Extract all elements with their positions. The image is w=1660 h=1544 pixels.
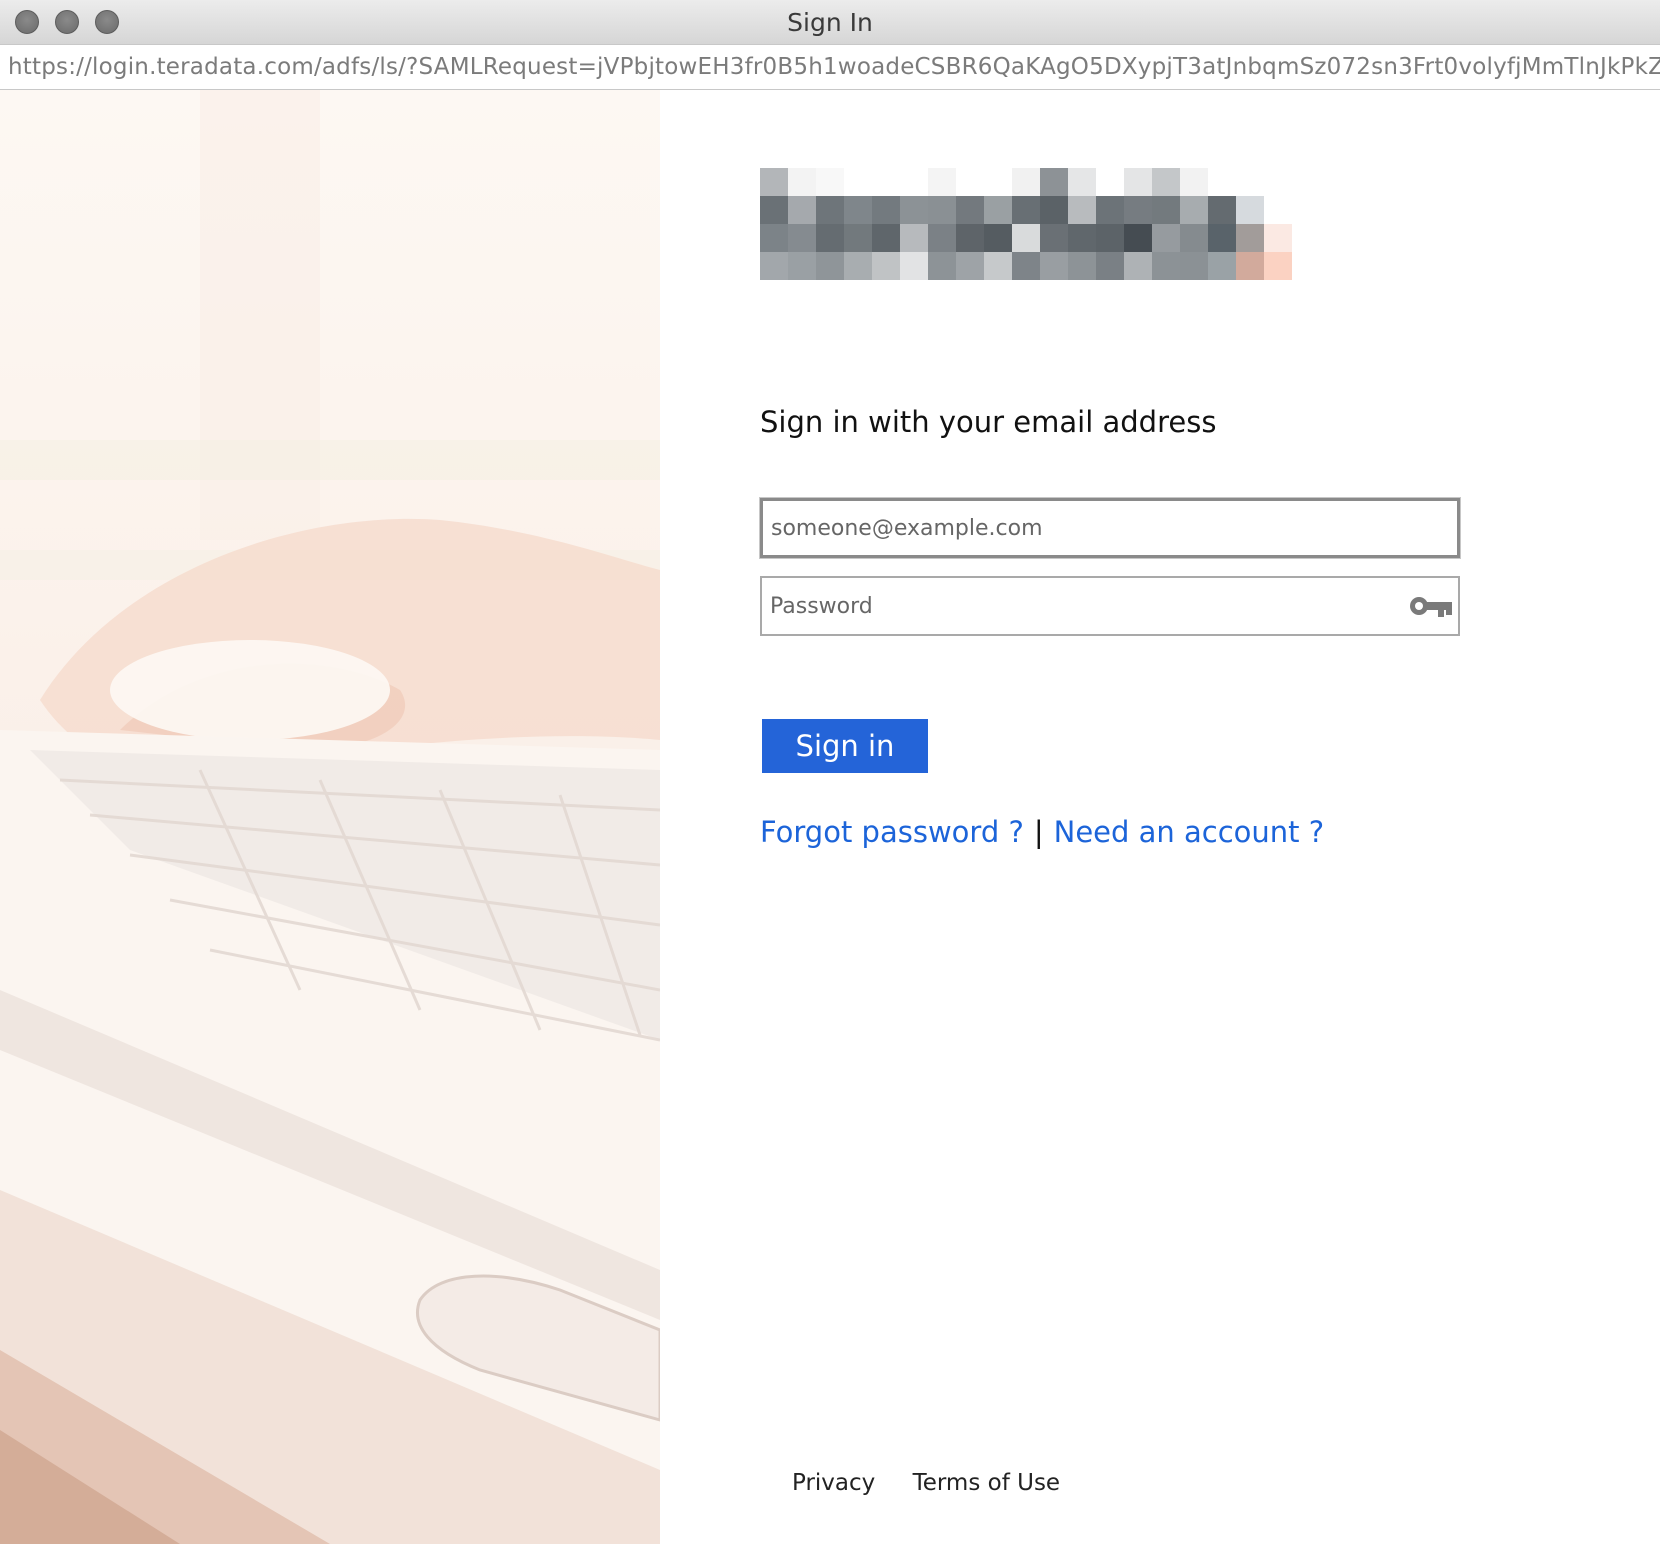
forgot-password-link[interactable]: Forgot password ? xyxy=(760,815,1024,849)
email-input[interactable] xyxy=(763,501,1457,555)
signin-panel: Sign in with your email address Sign in … xyxy=(660,90,1660,1544)
pixelated-logo xyxy=(760,168,1292,280)
sign-in-button[interactable]: Sign in xyxy=(762,719,928,773)
email-field[interactable] xyxy=(760,498,1460,558)
footer: Privacy Terms of Use xyxy=(792,1470,1090,1496)
password-input[interactable] xyxy=(762,578,1458,634)
address-bar-url: https://login.teradata.com/adfs/ls/?SAML… xyxy=(8,54,1660,80)
account-links: Forgot password ? | Need an account ? xyxy=(760,815,1324,849)
privacy-link[interactable]: Privacy xyxy=(792,1470,875,1496)
title-bar: Sign In xyxy=(0,0,1660,45)
key-icon xyxy=(1410,597,1452,617)
password-field[interactable] xyxy=(760,576,1460,636)
terms-of-use-link[interactable]: Terms of Use xyxy=(913,1470,1061,1496)
signin-heading: Sign in with your email address xyxy=(760,405,1217,439)
browser-window: Sign In https://login.teradata.com/adfs/… xyxy=(0,0,1660,1544)
address-bar[interactable]: https://login.teradata.com/adfs/ls/?SAML… xyxy=(0,44,1660,90)
laptop-typing-illustration xyxy=(0,90,660,1544)
hero-background-image xyxy=(0,90,660,1544)
window-title: Sign In xyxy=(787,8,873,37)
need-account-link[interactable]: Need an account ? xyxy=(1054,815,1325,849)
link-separator: | xyxy=(1033,815,1044,849)
